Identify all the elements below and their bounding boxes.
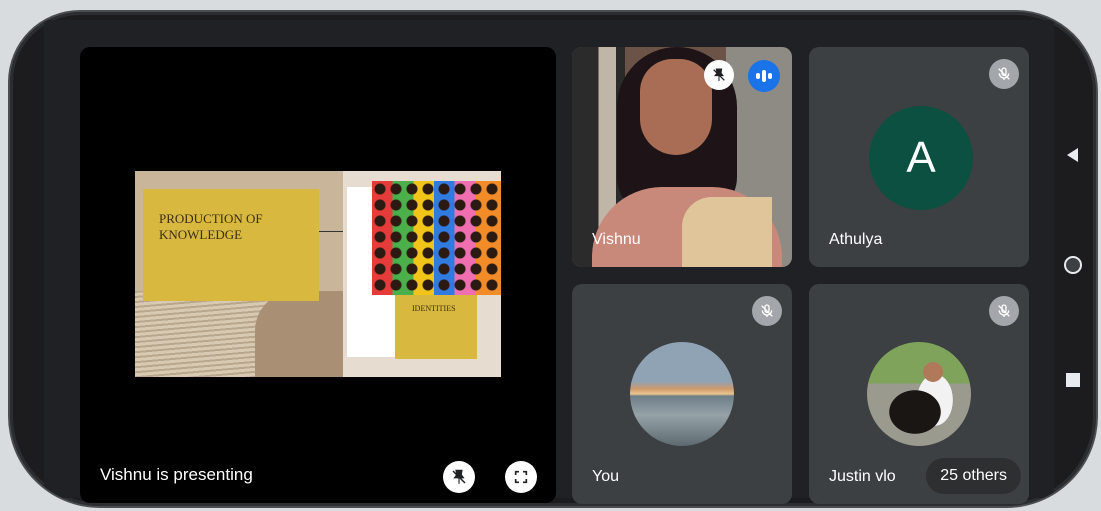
dog-photo — [867, 342, 971, 446]
recents-square-icon[interactable] — [1066, 373, 1080, 387]
mic-off-icon — [761, 304, 773, 317]
avatar: A — [869, 106, 973, 210]
phone-frame: PRODUCTION OF KNOWLEDGE IDENTITIES Vishn… — [10, 12, 1096, 506]
presentation-tile[interactable]: PRODUCTION OF KNOWLEDGE IDENTITIES Vishn… — [80, 47, 556, 503]
pin-off-badge[interactable] — [704, 60, 734, 90]
slide-identities-label: IDENTITIES — [412, 304, 456, 313]
slide-title-line1: PRODUCTION OF — [159, 211, 263, 226]
pin-off-icon — [452, 469, 466, 484]
mic-off-badge — [989, 59, 1019, 89]
unpin-button[interactable] — [443, 461, 475, 493]
slide-crowd-image — [372, 181, 501, 295]
participant-video-saree — [682, 197, 772, 267]
participant-tile-vishnu[interactable]: Vishnu — [572, 47, 792, 267]
slide-book-image — [255, 291, 343, 377]
others-count-button[interactable]: 25 others — [926, 458, 1021, 494]
home-circle-icon[interactable] — [1064, 256, 1082, 274]
pin-off-icon — [713, 68, 725, 81]
sunset-photo — [630, 342, 734, 446]
back-triangle-icon[interactable] — [1067, 148, 1078, 162]
avatar — [630, 342, 734, 446]
fullscreen-button[interactable] — [505, 461, 537, 493]
participant-video-face — [640, 59, 712, 155]
meet-screen: PRODUCTION OF KNOWLEDGE IDENTITIES Vishn… — [44, 20, 1054, 504]
mic-off-icon — [998, 304, 1010, 317]
participant-tile-athulya[interactable]: A Athulya — [809, 47, 1029, 267]
mic-off-badge — [989, 296, 1019, 326]
presentation-slide: PRODUCTION OF KNOWLEDGE IDENTITIES — [135, 171, 501, 377]
participant-tile-justin[interactable]: Justin vlo 25 others — [809, 284, 1029, 504]
participant-name: Justin vlo — [829, 468, 896, 485]
speaking-indicator-icon — [748, 60, 780, 92]
participant-name: Athulya — [829, 231, 883, 248]
participant-tile-you[interactable]: You — [572, 284, 792, 504]
avatar — [867, 342, 971, 446]
mic-off-badge — [752, 296, 782, 326]
slide-title: PRODUCTION OF KNOWLEDGE — [159, 211, 263, 243]
presenting-label: Vishnu is presenting — [100, 465, 253, 484]
participant-name: You — [592, 468, 619, 485]
mic-off-icon — [998, 67, 1010, 80]
fullscreen-icon — [514, 470, 528, 484]
slide-title-box — [143, 189, 319, 301]
participant-name: Vishnu — [592, 231, 641, 248]
slide-title-line2: KNOWLEDGE — [159, 227, 243, 242]
